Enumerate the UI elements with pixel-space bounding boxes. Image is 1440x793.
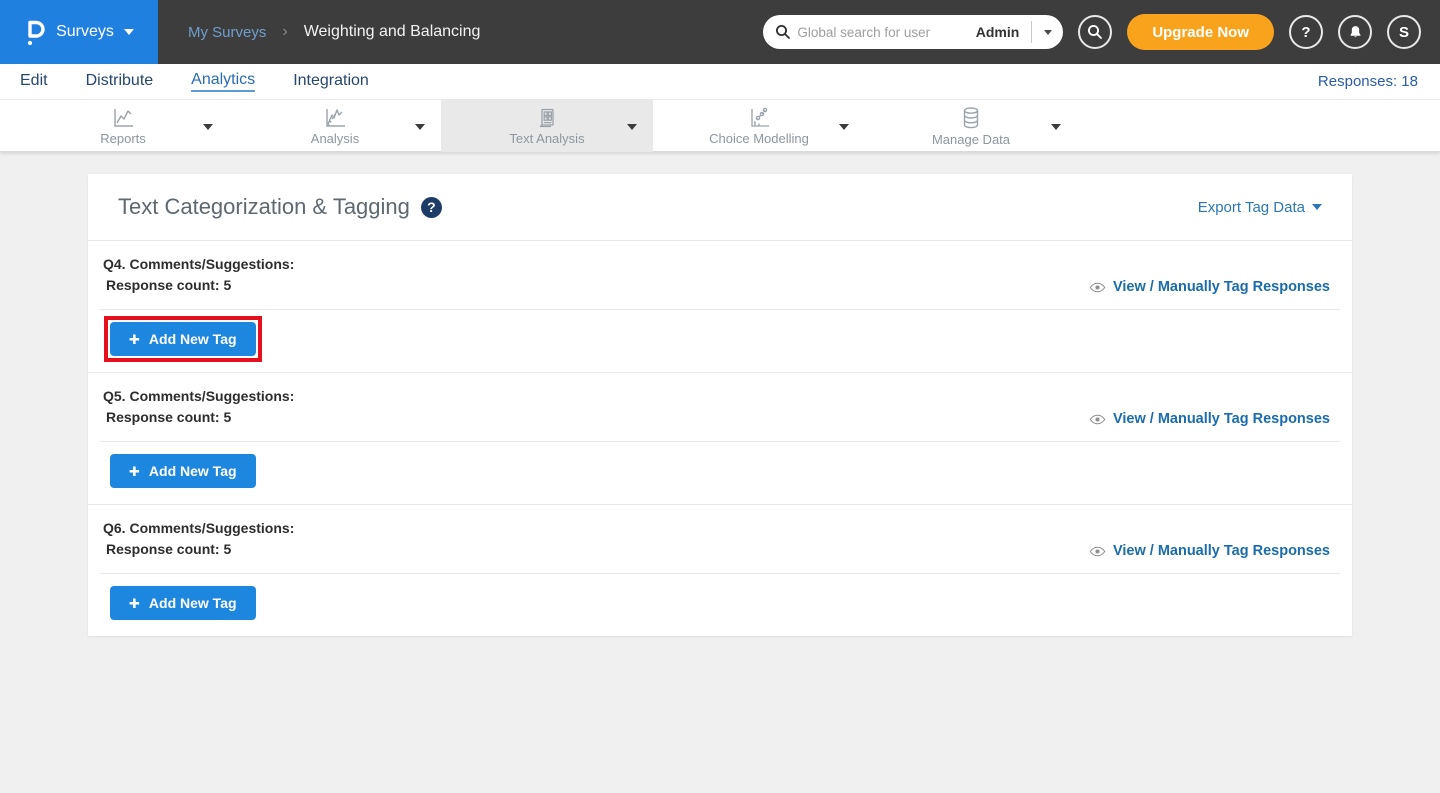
tab-label: Reports (100, 131, 146, 146)
tab-caret-icon[interactable] (203, 124, 213, 130)
view-manually-tag-link[interactable]: View / Manually Tag Responses (1089, 411, 1330, 427)
top-bar: Surveys My Surveys › Weighting and Balan… (0, 0, 1440, 64)
view-link-label: View / Manually Tag Responses (1113, 279, 1330, 295)
page-title: Text Categorization & Tagging (118, 194, 410, 220)
tab-text-analysis[interactable]: Text Analysis (441, 100, 653, 152)
scope-caret-icon (1044, 30, 1052, 35)
response-count: Response count: 5 (103, 275, 294, 296)
tab-analysis[interactable]: Analysis (229, 100, 441, 152)
response-count: Response count: 5 (103, 539, 294, 560)
bell-icon (1347, 24, 1364, 41)
question-title: Q6. Comments/Suggestions: (103, 518, 294, 539)
help-circle-icon[interactable]: ? (421, 197, 442, 218)
view-link-label: View / Manually Tag Responses (1113, 543, 1330, 559)
eye-icon (1089, 282, 1106, 293)
scatter-chart-icon (747, 107, 771, 129)
add-new-tag-label: Add New Tag (149, 463, 237, 479)
highlight-annotation: ✚ Add New Tag (110, 322, 256, 356)
nav-item-analytics[interactable]: Analytics (191, 71, 255, 92)
question-section-q4: Q4. Comments/Suggestions: Response count… (88, 241, 1352, 372)
question-section-q5: Q5. Comments/Suggestions: Response count… (88, 373, 1352, 504)
tab-reports[interactable]: Reports (17, 100, 229, 152)
button-wrap: ✚ Add New Tag (110, 586, 256, 620)
add-new-tag-label: Add New Tag (149, 595, 237, 611)
plus-icon: ✚ (129, 333, 140, 346)
breadcrumb: My Surveys › Weighting and Balancing (188, 23, 480, 41)
help-button[interactable]: ? (1289, 15, 1323, 49)
nav-item-integration[interactable]: Integration (293, 72, 369, 91)
export-caret-icon (1312, 204, 1322, 210)
search-icon (1087, 24, 1103, 40)
add-new-tag-button[interactable]: ✚ Add New Tag (110, 322, 256, 356)
tab-caret-icon[interactable] (839, 124, 849, 130)
upgrade-now-button[interactable]: Upgrade Now (1127, 14, 1274, 50)
tab-caret-icon[interactable] (627, 124, 637, 130)
breadcrumb-chevron-icon: › (282, 23, 287, 41)
database-icon (959, 106, 983, 130)
question-title: Q5. Comments/Suggestions: (103, 386, 294, 407)
search-button[interactable] (1078, 15, 1112, 49)
topbar-actions: Admin Upgrade Now ? S (763, 14, 1440, 50)
tab-label: Manage Data (932, 132, 1010, 147)
global-search-input[interactable] (791, 25, 975, 40)
breadcrumb-current-survey: Weighting and Balancing (304, 23, 481, 41)
page-content: Text Categorization & Tagging ? Export T… (0, 152, 1440, 793)
search-scope-dropdown[interactable] (1031, 21, 1063, 43)
tab-label: Text Analysis (509, 131, 584, 146)
button-wrap: ✚ Add New Tag (110, 454, 256, 488)
text-tagging-panel: Text Categorization & Tagging ? Export T… (88, 174, 1352, 636)
eye-icon (1089, 414, 1106, 425)
view-link-label: View / Manually Tag Responses (1113, 411, 1330, 427)
export-tag-data-label: Export Tag Data (1198, 199, 1305, 216)
breadcrumb-my-surveys[interactable]: My Surveys (188, 24, 266, 41)
tab-caret-icon[interactable] (415, 124, 425, 130)
tab-caret-icon[interactable] (1051, 124, 1061, 130)
tab-manage-data[interactable]: Manage Data (865, 100, 1077, 152)
tab-label: Analysis (311, 131, 359, 146)
document-grid-icon (536, 107, 558, 129)
responses-count: Responses: 18 (1318, 73, 1418, 90)
plus-icon: ✚ (129, 597, 140, 610)
app-menu-caret-icon (124, 29, 134, 35)
nav-item-edit[interactable]: Edit (20, 72, 48, 91)
global-search-box[interactable]: Admin (763, 15, 1063, 49)
line-chart-icon (111, 107, 135, 129)
notifications-button[interactable] (1338, 15, 1372, 49)
response-count: Response count: 5 (103, 407, 294, 428)
add-new-tag-button[interactable]: ✚ Add New Tag (110, 586, 256, 620)
survey-nav: Edit Distribute Analytics Integration Re… (0, 64, 1440, 100)
panel-header: Text Categorization & Tagging ? Export T… (88, 174, 1352, 240)
eye-icon (1089, 546, 1106, 557)
view-manually-tag-link[interactable]: View / Manually Tag Responses (1089, 543, 1330, 559)
avatar[interactable]: S (1387, 15, 1421, 49)
export-tag-data-dropdown[interactable]: Export Tag Data (1198, 199, 1322, 216)
search-icon (775, 24, 791, 40)
add-new-tag-label: Add New Tag (149, 331, 237, 347)
add-new-tag-button[interactable]: ✚ Add New Tag (110, 454, 256, 488)
view-manually-tag-link[interactable]: View / Manually Tag Responses (1089, 279, 1330, 295)
plus-icon: ✚ (129, 465, 140, 478)
question-mark-icon: ? (1301, 24, 1310, 41)
avatar-initial: S (1399, 24, 1409, 41)
question-section-q6: Q6. Comments/Suggestions: Response count… (88, 505, 1352, 636)
search-scope-selector[interactable]: Admin (976, 24, 1032, 40)
nav-item-distribute[interactable]: Distribute (86, 72, 154, 91)
proprofs-logo-icon (24, 19, 46, 46)
question-title: Q4. Comments/Suggestions: (103, 254, 294, 275)
tab-choice-modelling[interactable]: Choice Modelling (653, 100, 865, 152)
surveys-app-menu[interactable]: Surveys (0, 0, 158, 64)
analytics-tabbar: Reports Analysis Text Analysis (0, 100, 1440, 152)
app-menu-label: Surveys (56, 23, 114, 41)
trend-chart-icon (323, 107, 347, 129)
tab-label: Choice Modelling (709, 131, 809, 146)
